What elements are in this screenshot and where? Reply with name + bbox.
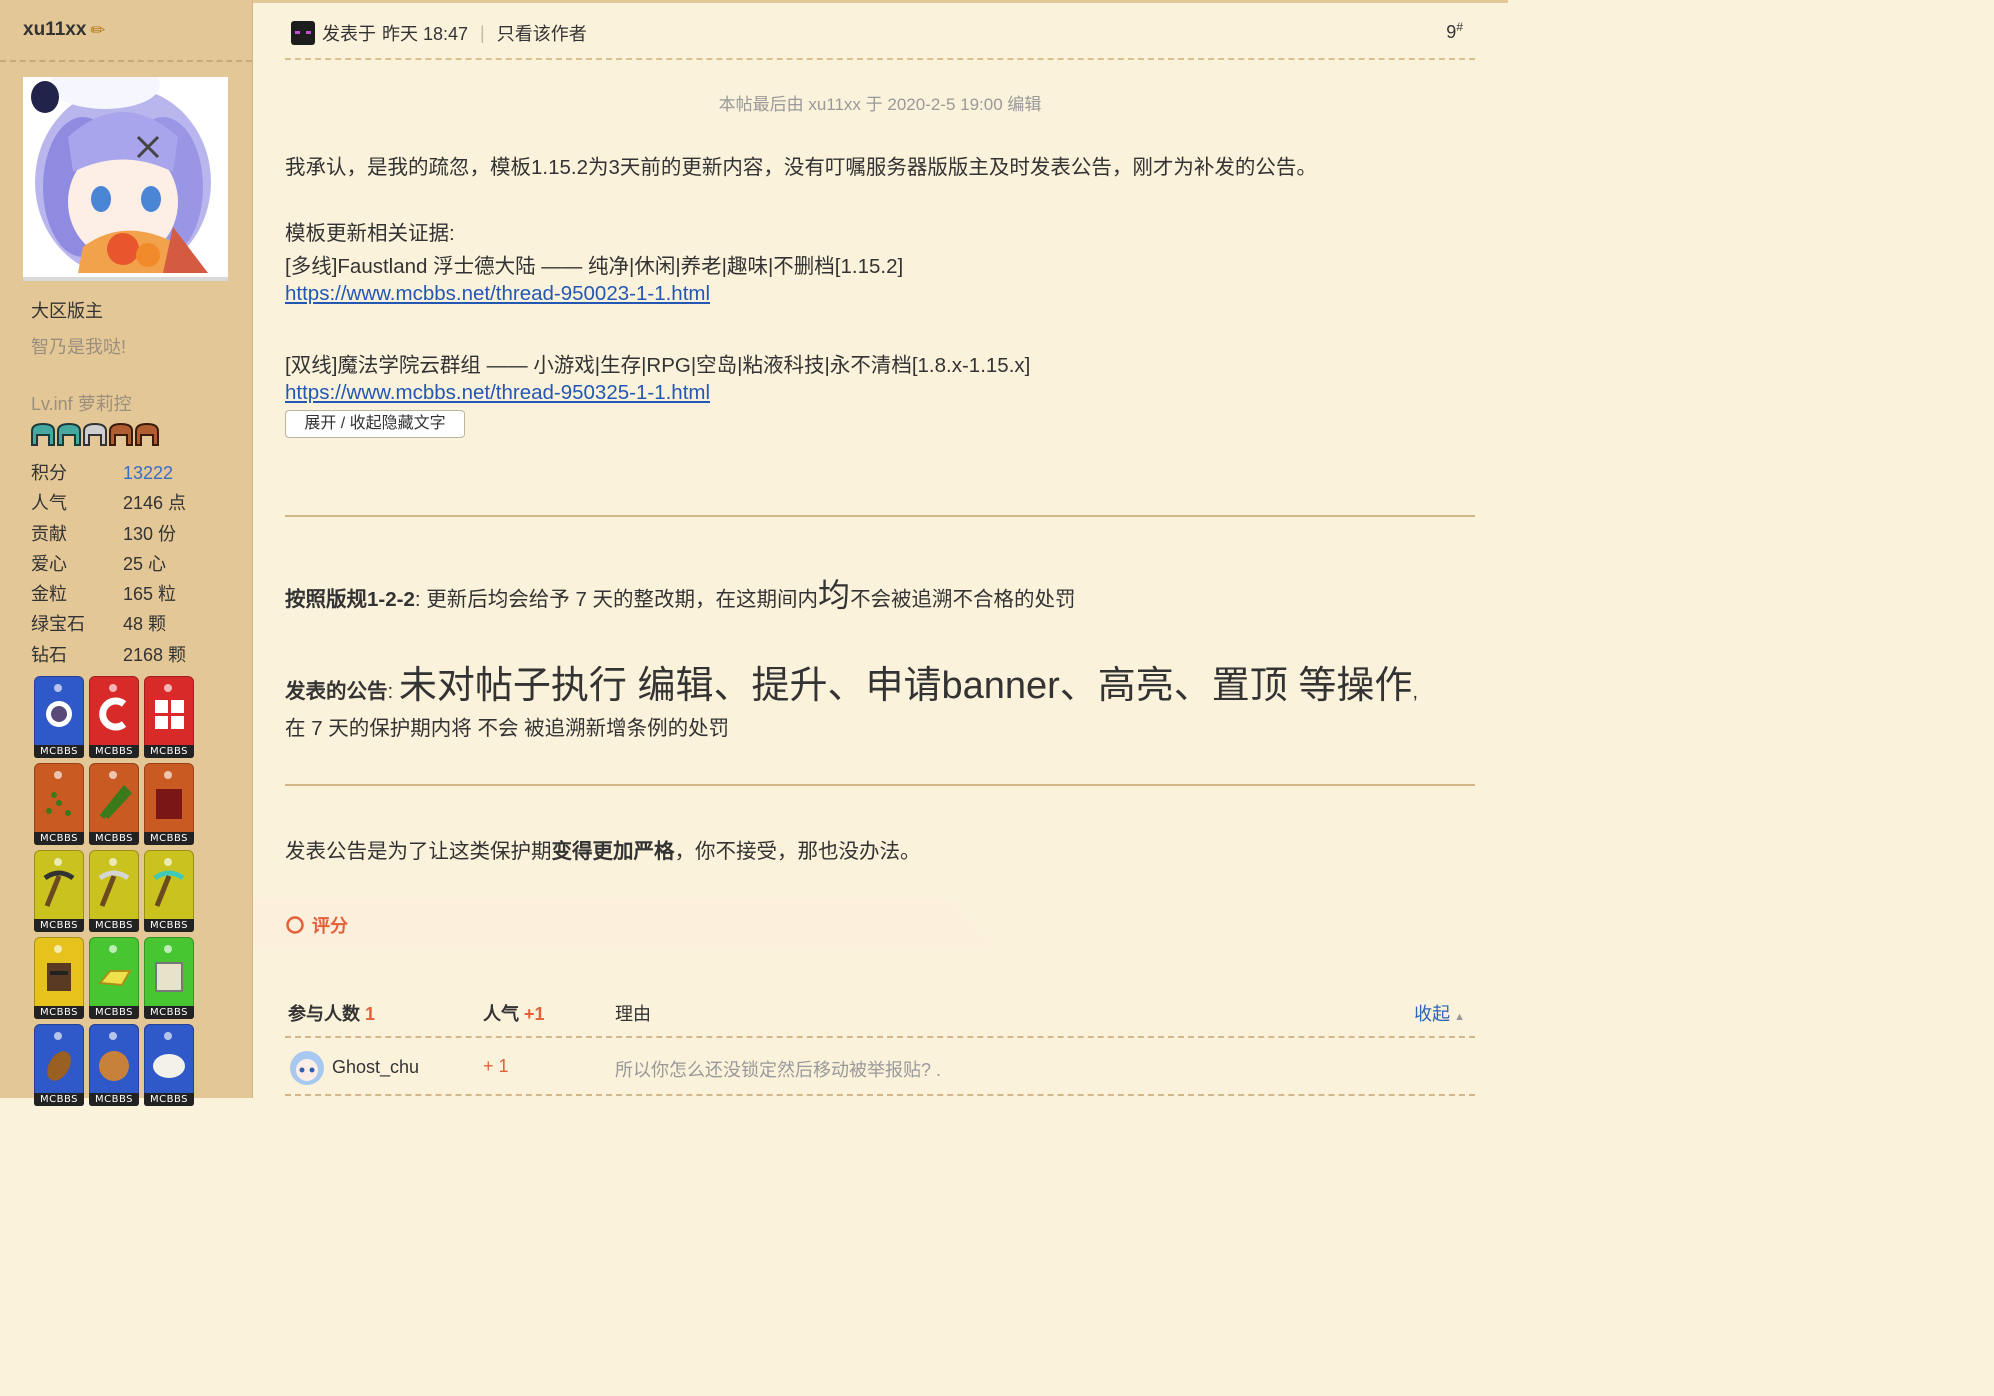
gold-ingot-icon [98,970,132,987]
announce-line2: 在 7 天的保护期内将 不会 被追溯新增条例的处罚 [285,717,730,740]
villager-icon [47,963,71,991]
stat-row: 积分 13222 [31,463,174,483]
posted-time: 昨天 18:47 [382,24,469,44]
only-author-link[interactable]: 只看该作者 [497,20,587,46]
medal-badge[interactable]: MCBBS [34,937,84,1019]
floor-number[interactable]: 9# [1446,20,1463,43]
post-meta: 发表于 昨天 18:47 | 只看该作者 [291,20,587,46]
medal-badge[interactable]: MCBBS [34,763,84,845]
netherwart-icon [156,789,182,819]
cookie-icon [99,1051,129,1081]
helmet-icon [31,422,55,446]
thread-link-2[interactable]: https://www.mcbbs.net/thread-950325-1-1.… [285,381,710,404]
rule-bold: 按照版规1-2-2 [285,588,415,611]
rating-bar [253,898,993,946]
stat-row: 钻石 2168 颗 [31,644,187,665]
seeds-icon [46,792,71,816]
author-level[interactable]: Lv.inf 萝莉控 [31,390,132,416]
top-divider [253,0,1508,3]
medal-badge[interactable]: MCBBS [144,937,194,1019]
stat-row: 贡献 130 份 [31,523,177,544]
cake-icon [153,1054,185,1078]
toggle-hidden-button[interactable]: 展开 / 收起隐藏文字 [285,410,465,438]
rating-header-row: 参与人数 1 人气 +1 理由 收起 ▲ [285,988,1475,1038]
circle-icon [286,916,304,934]
rating-title[interactable]: 评分 [285,912,348,938]
medal-badge[interactable]: MCBBS [34,676,84,758]
thread-link-1[interactable]: https://www.mcbbs.net/thread-950023-1-1.… [285,282,710,305]
level-stars [31,422,159,452]
server1-title: [多线]Faustland 浮士德大陆 —— 纯净|休闲|养老|趣味|不删档[1… [285,255,904,278]
stat-row: 人气 2146 点 [31,493,187,514]
medal-badge[interactable]: MCBBS [34,850,84,932]
evidence-title: 模板更新相关证据: [285,222,455,245]
announce-bold: 发表的公告 [285,680,388,703]
announce-paragraph: 发表的公告: 未对帖子执行 编辑、提升、申请banner、高亮、置顶 等操作, [285,665,1419,707]
bread-icon [47,1051,71,1081]
stat-row: 金粒 165 粒 [31,584,177,605]
rating-entry-row: Ghost_chu + 1 所以你怎么还没锁定然后移动被举报贴? . [285,1038,1475,1096]
closing-paragraph: 发表公告是为了让这类保护期变得更加严格，你不接受，那也没办法。 [285,840,921,863]
medal-badge[interactable]: MCBBS [89,937,139,1019]
stat-row: 绿宝石 48 颗 [31,614,167,635]
divider-line [285,515,1475,517]
popularity-label: 人气 +1 [483,1004,545,1024]
author-custom-title: 智乃是我哒! [31,337,127,357]
medal-badge[interactable]: MCBBS [89,850,139,932]
logo-icon [99,697,127,731]
post-line1: 我承认，是我的疏忽，模板1.15.2为3天前的更新内容，没有叮嘱服务器版版主及时… [285,156,1317,179]
rating-reason: 所以你怎么还没锁定然后移动被举报贴? . [615,1060,942,1080]
meta-separator: | [480,22,485,43]
medal-badge[interactable]: MCBBS [34,1024,84,1106]
pickaxe-icon [98,870,130,907]
globe-icon [46,701,72,727]
wheat-icon [99,785,132,820]
author-avatar[interactable] [23,77,228,281]
pencil-icon: ✏ [90,19,106,40]
rating-table: 参与人数 1 人气 +1 理由 收起 ▲ Ghost_chu + 1 所以你怎么还… [285,988,1475,1096]
divider-line [285,784,1475,786]
pickaxe-icon [153,870,185,907]
author-sidebar: xu11xx ✏ 大区版主 智乃是我哒! Lv.inf 萝莉控 积分 13222… [0,0,253,1106]
rating-user[interactable]: Ghost_chu [288,1048,419,1086]
caret-up-icon: ▲ [1454,1011,1465,1023]
medal-badge[interactable]: MCBBS [144,763,194,845]
author-group: 大区版主 [31,301,103,321]
post-header: 发表于 昨天 18:47 | 只看该作者 9# [285,18,1475,60]
windows-icon [155,700,184,729]
medal-badge[interactable]: MCBBS [144,1024,194,1106]
stat-row: 爱心 25 心 [31,553,167,574]
online-status-icon [291,21,315,45]
author-header: xu11xx ✏ [0,0,252,62]
edit-note: 本帖最后由 xu11xx 于 2020-2-5 19:00 编辑 [718,95,1042,114]
author-username[interactable]: xu11xx [23,19,86,41]
user-avatar [290,1051,324,1085]
posted-label: 发表于 [322,24,376,44]
announce-big: 未对帖子执行 编辑、提升、申请banner、高亮、置顶 等操作 [398,665,1413,707]
medal-badge[interactable]: MCBBS [89,763,139,845]
medal-badge[interactable]: MCBBS [144,676,194,758]
collapse-button[interactable]: 收起 ▲ [1414,1000,1465,1026]
server2-title: [双线]魔法学院云群组 —— 小游戏|生存|RPG|空岛|粘液科技|永不清档[1… [285,354,1031,377]
medal-badge[interactable]: MCBBS [144,850,194,932]
author-stats: 积分 13222 人气 2146 点 贡献 130 份 爱心 25 心 金粒 165 粒 … [31,458,186,670]
participants-label: 参与人数 1 [288,1004,376,1024]
pickaxe-icon [43,870,75,907]
medal-badge[interactable]: MCBBS [89,1024,139,1106]
rule-paragraph: 按照版规1-2-2: 更新后均会给予 7 天的整改期，在这期间内均不会被追溯不合… [285,577,1076,613]
medal-badge[interactable]: MCBBS [89,676,139,758]
reason-label: 理由 [615,1004,651,1024]
map-icon [155,962,183,992]
rating-popularity-value: + 1 [483,1056,509,1076]
